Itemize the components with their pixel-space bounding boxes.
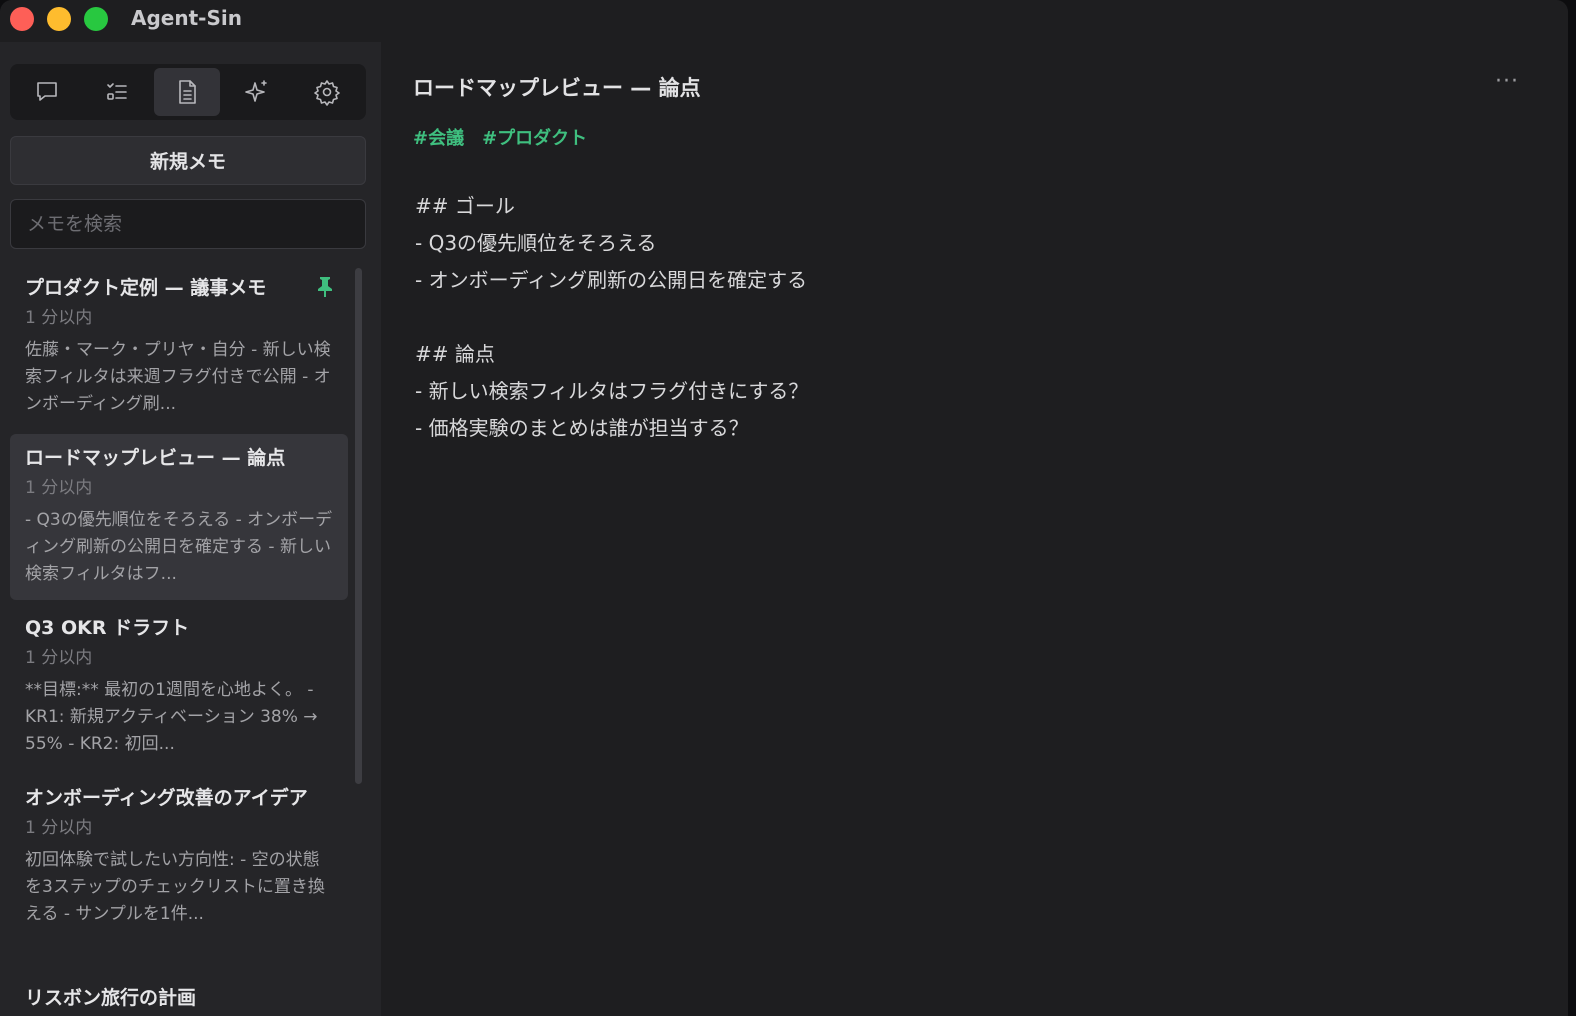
note-line: - 新しい検索フィルタはフラグ付きにする？ — [415, 379, 809, 403]
app-title: Agent-Sin — [131, 6, 242, 30]
memo-time: 1 分以内 — [25, 308, 93, 328]
tasks-icon — [107, 83, 127, 100]
memo-snippet: **目標:** 最初の1週間を心地よく。 - KR1: 新規アクティベーション … — [25, 680, 318, 754]
memo-title: オンボーディング改善のアイデア — [25, 787, 308, 809]
memo-list-item-selected[interactable]: ロードマップレビュー — 論点 1 分以内 - Q3の優先順位をそろえる - オ… — [10, 434, 348, 600]
app-window: Agent-Sin 新規メモ メモを検索 プロダクト定例 — 議事メモ 1 分以… — [0, 0, 1568, 1016]
sidebar: 新規メモ プロダクト定例 — 議事メモ 1 分以内 佐藤・マーク・プリヤ・自分 … — [0, 42, 381, 1016]
memo-snippet: 佐藤・マーク・プリヤ・自分 - 新しい検索フィルタは来週フラグ付きで公開 - オ… — [25, 340, 331, 414]
settings-view-button[interactable] — [294, 68, 360, 116]
note-editor: ロードマップレビュー — 論点 ··· #会議 #プロダクト ## ゴール - … — [381, 42, 1568, 1016]
memo-view-button[interactable] — [154, 68, 220, 116]
memo-search-input[interactable] — [10, 199, 366, 249]
note-line: ## 論点 — [415, 342, 495, 366]
memo-title: プロダクト定例 — 議事メモ — [25, 277, 267, 299]
note-title[interactable]: ロードマップレビュー — 論点 — [413, 72, 701, 102]
memo-list-scrollbar[interactable] — [355, 268, 362, 784]
gear-icon — [314, 80, 340, 106]
chat-icon — [37, 82, 57, 101]
note-tags: #会議 #プロダクト — [413, 124, 587, 150]
memo-snippet: - Q3の優先順位をそろえる - オンボーディング刷新の公開日を確定する - 新… — [25, 510, 333, 584]
memo-time: 1 分以内 — [25, 818, 93, 838]
memo-snippet: 初回体験で試したい方向性: - 空の状態を3ステップのチェックリストに置き換える… — [25, 850, 325, 924]
close-window-button[interactable] — [10, 7, 34, 31]
pin-icon[interactable] — [316, 276, 334, 298]
document-icon — [179, 80, 196, 104]
memo-list-item[interactable]: リスボン旅行の計画 — [10, 972, 348, 1016]
maximize-window-button[interactable] — [84, 7, 108, 31]
view-toolbar — [10, 64, 366, 120]
minimize-window-button[interactable] — [47, 7, 71, 31]
note-line: - Q3の優先順位をそろえる — [415, 231, 657, 255]
memo-title: リスボン旅行の計画 — [25, 987, 197, 1009]
memo-list-item[interactable]: オンボーディング改善のアイデア 1 分以内 初回体験で試したい方向性: - 空の… — [10, 774, 348, 966]
more-options-button[interactable]: ··· — [1495, 71, 1525, 96]
note-line: ## ゴール — [415, 194, 515, 218]
memo-list-item[interactable]: Q3 OKR ドラフト 1 分以内 **目標:** 最初の1週間を心地よく。 -… — [10, 604, 348, 768]
memo-time: 1 分以内 — [25, 648, 93, 668]
memo-list-item[interactable]: プロダクト定例 — 議事メモ 1 分以内 佐藤・マーク・プリヤ・自分 - 新しい… — [10, 266, 348, 430]
memo-title: ロードマップレビュー — 論点 — [25, 447, 286, 469]
tasks-view-button[interactable] — [84, 68, 150, 116]
tag-link[interactable]: #プロダクト — [482, 124, 587, 150]
tag-link[interactable]: #会議 — [413, 124, 464, 150]
note-line: - 価格実験のまとめは誰が担当する？ — [415, 416, 749, 440]
note-line: - オンボーディング刷新の公開日を確定する — [415, 268, 808, 292]
chat-view-button[interactable] — [14, 68, 80, 116]
note-line — [415, 299, 808, 336]
sparkle-icon — [245, 80, 267, 102]
ai-view-button[interactable] — [224, 68, 290, 116]
memo-time: 1 分以内 — [25, 478, 93, 498]
memo-title: Q3 OKR ドラフト — [25, 617, 190, 639]
new-memo-button[interactable]: 新規メモ — [10, 136, 366, 185]
title-bar: Agent-Sin — [0, 0, 1568, 42]
note-body-editor[interactable]: ## ゴール - Q3の優先順位をそろえる - オンボーディング刷新の公開日を確… — [415, 188, 808, 447]
